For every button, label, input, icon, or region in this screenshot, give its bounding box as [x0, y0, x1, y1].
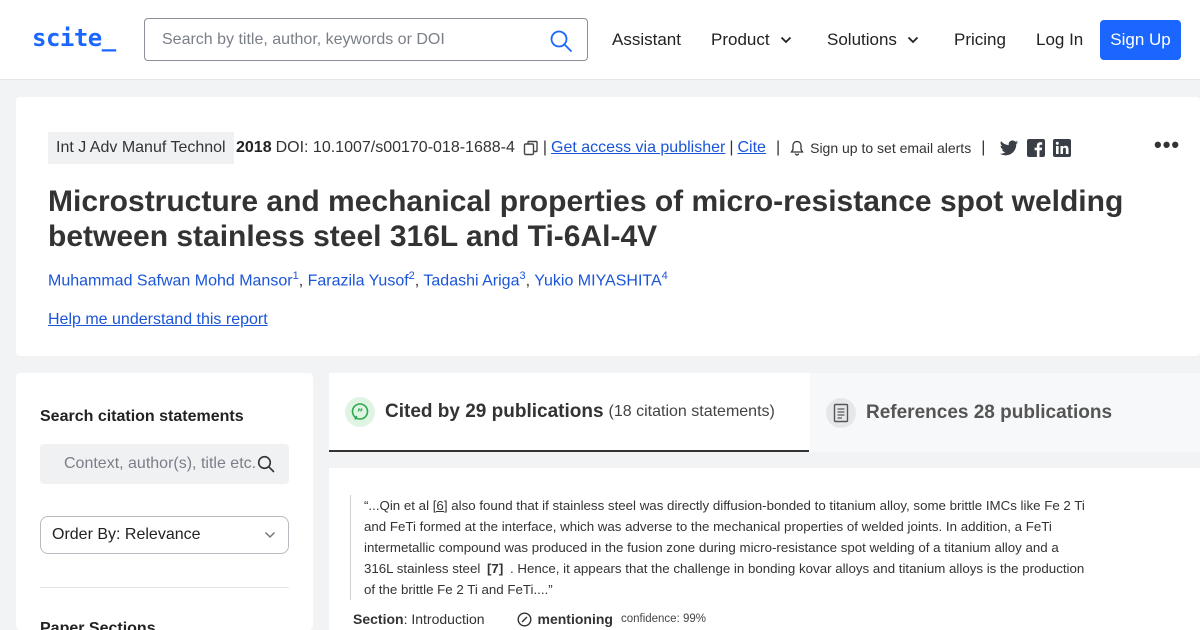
mentioning-badge[interactable]: mentioning	[517, 611, 613, 627]
search-icon[interactable]	[257, 455, 275, 473]
paper-sections-label: Paper Sections	[40, 620, 156, 630]
author-list: Muhammad Safwan Mohd Mansor1, Farazila Y…	[48, 270, 668, 290]
publication-year: 2018	[236, 139, 272, 156]
nav-solutions[interactable]: Solutions	[827, 30, 919, 50]
confidence-text: confidence: 99%	[620, 613, 706, 625]
more-options-icon[interactable]: •••	[1154, 132, 1180, 158]
order-by-select[interactable]: Order By: Relevance	[40, 516, 289, 554]
search-citations-heading: Search citation statements	[40, 408, 244, 425]
divider	[40, 587, 289, 588]
search-box[interactable]	[144, 18, 588, 61]
nav-product[interactable]: Product	[711, 30, 792, 50]
tab-cited-by[interactable]: ” Cited by 29 publications (18 citation …	[329, 373, 809, 452]
statement-footer: Section: Introduction mentioning confide…	[353, 611, 706, 627]
search-icon[interactable]	[549, 29, 573, 53]
paper-meta-row: 2018 DOI: 10.1007/s00170-018-1688-4 | Ge…	[236, 139, 1072, 157]
doi-text: DOI: 10.1007/s00170-018-1688-4	[275, 139, 515, 156]
citation-statements-count: (18 citation statements)	[608, 402, 775, 420]
author-affiliation: 4	[661, 270, 668, 282]
author-link[interactable]: Tadashi Ariga	[423, 272, 519, 289]
chevron-down-icon	[780, 36, 791, 44]
paper-title: Microstructure and mechanical properties…	[48, 185, 1124, 253]
mentioning-label: mentioning	[537, 611, 613, 627]
context-search-input[interactable]	[64, 444, 264, 484]
author-link[interactable]: Muhammad Safwan Mohd Mansor	[48, 272, 293, 289]
references-label: References 28 publications	[866, 401, 1113, 423]
cite-link[interactable]: Cite	[738, 139, 766, 157]
quote-text: “...Qin et al	[364, 498, 433, 513]
separator: |	[981, 139, 986, 156]
reference-marker[interactable]: [7]	[484, 560, 506, 577]
citation-tabs: ” Cited by 29 publications (18 citation …	[329, 373, 1200, 452]
author-link[interactable]: Farazila Yusof	[308, 272, 409, 289]
journal-badge[interactable]: Int J Adv Manuf Technol	[48, 132, 234, 164]
paper-sections-heading[interactable]: Paper Sections	[40, 620, 156, 630]
mentioning-icon	[517, 611, 532, 627]
section-value: : Introduction	[403, 611, 485, 627]
facebook-icon[interactable]	[1027, 139, 1046, 157]
nav-assistant-label: Assistant	[612, 30, 681, 49]
quote-bubble-icon: ”	[345, 396, 375, 427]
linkedin-icon[interactable]	[1053, 139, 1072, 157]
login-label: Log In	[1036, 30, 1084, 49]
scite-logo[interactable]: scite_	[32, 24, 116, 52]
twitter-icon[interactable]	[999, 139, 1019, 157]
separator: |	[542, 139, 548, 156]
cited-by-label: Cited by 29 publications	[385, 400, 604, 422]
author-link[interactable]: Yukio MIYASHITA	[534, 272, 661, 289]
copy-icon[interactable]	[523, 140, 539, 156]
nav-assistant[interactable]: Assistant	[612, 30, 681, 50]
nav-solutions-label: Solutions	[827, 30, 897, 49]
section-label: Section	[353, 611, 404, 627]
document-icon	[826, 397, 856, 428]
tab-references[interactable]: References 28 publications	[810, 373, 1200, 452]
separator: |	[729, 139, 734, 156]
signup-button[interactable]: Sign Up	[1100, 20, 1181, 60]
reference-marker[interactable]: [6]	[433, 498, 448, 513]
citation-quote: “...Qin et al [6] also found that if sta…	[350, 495, 1090, 600]
chevron-down-icon	[907, 36, 919, 44]
separator: |	[775, 139, 781, 156]
search-input[interactable]	[162, 19, 542, 60]
context-search-box[interactable]	[40, 444, 289, 484]
citation-statement-card: “...Qin et al [6] also found that if sta…	[329, 468, 1200, 630]
order-by-value: Order By: Relevance	[52, 526, 201, 543]
citation-sidebar: Search citation statements Order By: Rel…	[16, 373, 313, 630]
nav-pricing[interactable]: Pricing	[954, 30, 1006, 50]
get-access-link[interactable]: Get access via publisher	[551, 139, 725, 157]
nav-product-label: Product	[711, 30, 770, 49]
email-alerts-link[interactable]: Sign up to set email alerts	[810, 140, 971, 156]
nav-login[interactable]: Log In	[1036, 30, 1083, 50]
chevron-down-icon	[264, 531, 276, 539]
nav-pricing-label: Pricing	[954, 30, 1006, 49]
help-understand-link[interactable]: Help me understand this report	[48, 311, 268, 329]
svg-text:”: ”	[357, 407, 364, 418]
bell-icon[interactable]	[790, 140, 804, 156]
top-navbar: scite_ Assistant Product Solutions Prici…	[0, 0, 1200, 80]
